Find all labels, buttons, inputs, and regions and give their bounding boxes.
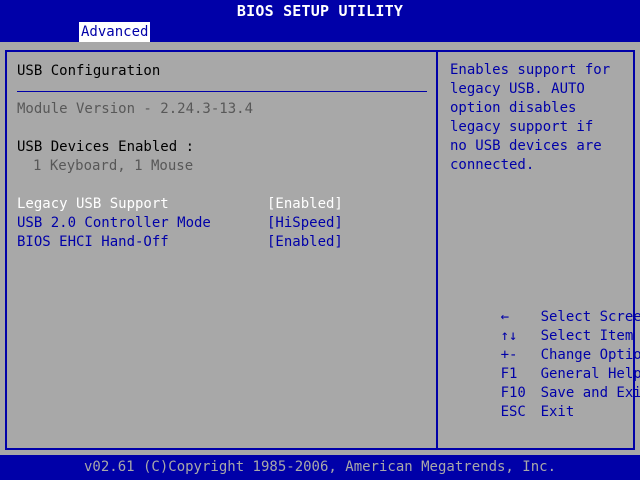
setting-label: USB 2.0 Controller Mode	[17, 215, 211, 231]
setting-label: BIOS EHCI Hand-Off	[17, 234, 169, 250]
settings-panel: USB Configuration Module Version - 2.24.…	[5, 50, 436, 450]
help-text-line: no USB devices are	[450, 138, 602, 154]
section-title: USB Configuration	[17, 63, 161, 79]
setting-value[interactable]: [HiSpeed]	[267, 214, 343, 232]
key-label: ESC	[500, 404, 526, 420]
help-text-line: legacy support if	[450, 119, 594, 135]
divider	[17, 91, 427, 92]
help-text-line: legacy USB. AUTO	[450, 81, 585, 97]
main-area: USB Configuration Module Version - 2.24.…	[0, 42, 640, 455]
help-text-line: connected.	[450, 157, 535, 173]
usb-devices-label: USB Devices Enabled :	[17, 139, 195, 155]
key-hint-exit: ESC Exit	[450, 384, 575, 441]
module-version: Module Version - 2.24.3-13.4	[17, 101, 254, 117]
copyright-footer: v02.61 (C)Copyright 1985-2006, American …	[0, 455, 640, 480]
key-hint-desc: Exit	[540, 404, 575, 420]
setting-value[interactable]: [Enabled]	[267, 233, 343, 251]
setting-value[interactable]: [Enabled]	[267, 195, 343, 213]
help-panel: Enables support for legacy USB. AUTO opt…	[436, 50, 640, 450]
setting-label: Legacy USB Support	[17, 196, 169, 212]
menu-bar: Advanced	[0, 22, 640, 42]
usb-devices-value: 1 Keyboard, 1 Mouse	[33, 158, 194, 174]
help-text-line: option disables	[450, 100, 577, 116]
tab-advanced[interactable]: Advanced	[79, 22, 151, 42]
window-title: BIOS SETUP UTILITY	[0, 0, 640, 22]
help-text-line: Enables support for	[450, 62, 611, 78]
